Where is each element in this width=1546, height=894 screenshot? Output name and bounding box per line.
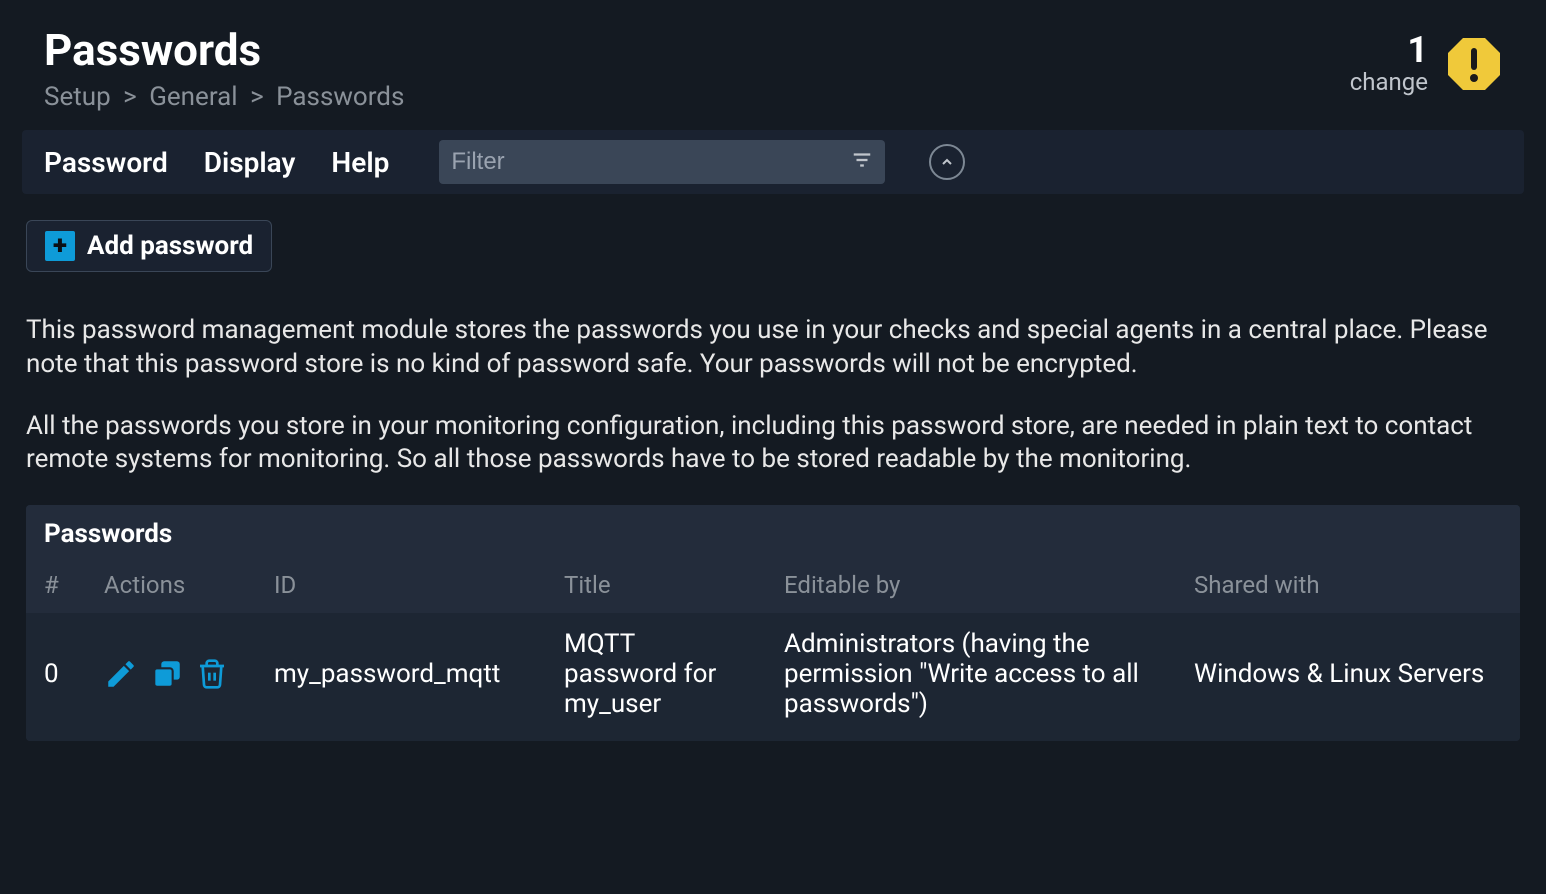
menu-help[interactable]: Help: [331, 146, 389, 179]
breadcrumb: Setup > General > Passwords: [44, 82, 404, 112]
col-header-editable: Editable by: [766, 561, 1176, 613]
filter-field[interactable]: [439, 140, 885, 184]
description-paragraph: All the passwords you store in your moni…: [26, 410, 1520, 478]
breadcrumb-item[interactable]: Setup: [44, 82, 111, 112]
changes-count: 1: [1350, 32, 1428, 68]
col-header-title: Title: [546, 561, 766, 613]
cell-editable: Administrators (having the permission "W…: [766, 613, 1176, 741]
description-text: This password management module stores t…: [0, 272, 1546, 477]
cell-id: my_password_mqtt: [256, 613, 546, 741]
changes-label: change: [1350, 68, 1428, 96]
menu-display[interactable]: Display: [204, 146, 296, 179]
add-password-button[interactable]: + Add password: [26, 220, 272, 272]
edit-icon[interactable]: [104, 657, 138, 691]
warning-icon: [1446, 36, 1502, 92]
clone-icon[interactable]: [150, 657, 184, 691]
filter-input[interactable]: [451, 148, 851, 176]
passwords-table: # Actions ID Title Editable by Shared wi…: [26, 561, 1520, 741]
pending-changes[interactable]: 1 change: [1350, 24, 1502, 96]
delete-icon[interactable]: [196, 658, 228, 690]
menubar: Password Display Help: [22, 130, 1524, 194]
filter-icon: [851, 149, 873, 175]
description-paragraph: This password management module stores t…: [26, 314, 1520, 382]
col-header-actions: Actions: [86, 561, 256, 613]
col-header-num: #: [26, 561, 86, 613]
breadcrumb-item[interactable]: General: [149, 82, 237, 112]
col-header-shared: Shared with: [1176, 561, 1520, 613]
plus-icon: +: [45, 231, 75, 261]
page-title: Passwords: [44, 24, 404, 76]
cell-shared: Windows & Linux Servers: [1176, 613, 1520, 741]
breadcrumb-separator: >: [123, 82, 137, 112]
cell-num: 0: [26, 613, 86, 741]
table-title: Passwords: [26, 505, 1520, 561]
col-header-id: ID: [256, 561, 546, 613]
cell-title: MQTT password for my_user: [546, 613, 766, 741]
collapse-button[interactable]: [929, 144, 965, 180]
breadcrumb-item[interactable]: Passwords: [276, 82, 404, 112]
breadcrumb-separator: >: [250, 82, 264, 112]
menu-password[interactable]: Password: [44, 146, 168, 179]
table-row: 0: [26, 613, 1520, 741]
add-password-label: Add password: [87, 231, 253, 261]
